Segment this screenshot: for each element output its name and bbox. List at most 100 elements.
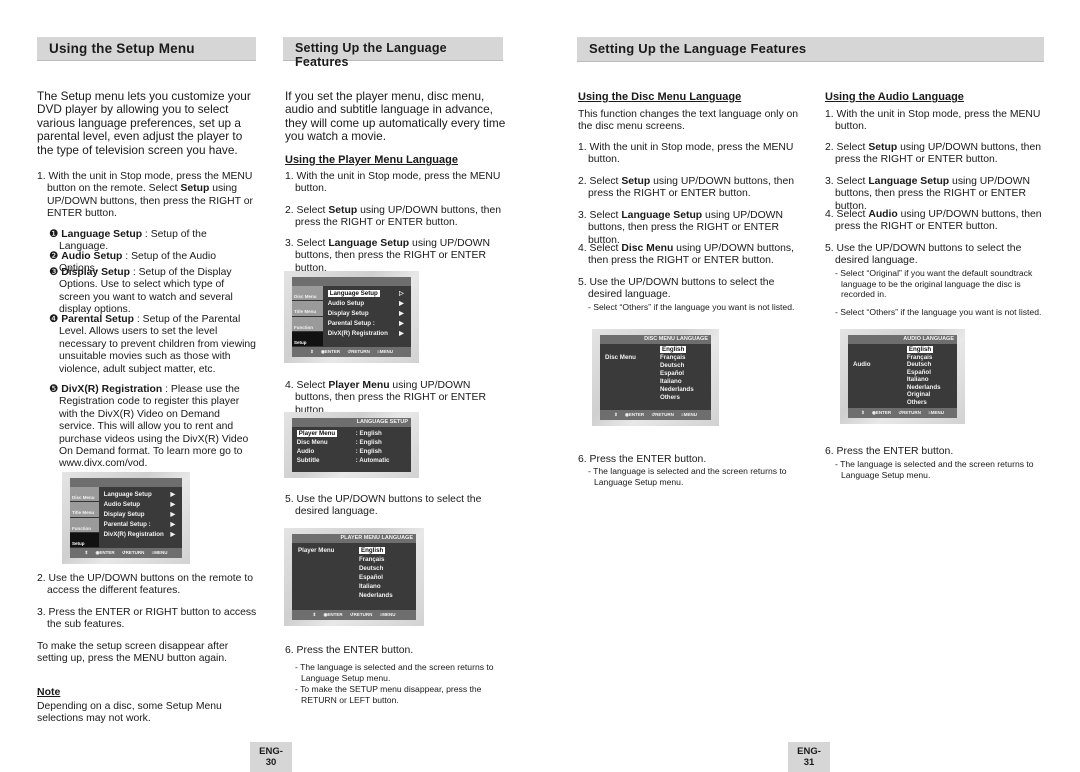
number-icon: ❹ bbox=[49, 314, 59, 325]
lang-option: Deutsch bbox=[358, 565, 384, 572]
page-number: ENG-30 bbox=[250, 742, 292, 772]
menu-item: Audio Setup ▶ bbox=[103, 501, 176, 508]
side-item: Setup bbox=[292, 331, 323, 347]
bold-text: Setup bbox=[180, 183, 210, 195]
side-item: Disc Menu bbox=[292, 286, 323, 302]
step-6: 6. Press the ENTER button. bbox=[285, 645, 414, 656]
section-header: Setting Up the Language Features bbox=[283, 37, 503, 69]
section-header: Setting Up the Language Features bbox=[577, 37, 1044, 62]
step-2: 2. Select Setup using UP/DOWN buttons, t… bbox=[578, 176, 800, 201]
screen-title: DISC MENU LANGUAGE bbox=[600, 335, 711, 344]
note: - The language is selected and the scree… bbox=[295, 662, 494, 683]
text: : Please use the Registration code to re… bbox=[59, 384, 249, 470]
bold-text: Parental Setup bbox=[61, 314, 134, 325]
subheading: Using the Player Menu Language bbox=[285, 154, 458, 166]
screen-footer: ⇕ ◉ENTER ↺RETURN ≡MENU bbox=[600, 410, 711, 420]
note: - Select “Original” if you want the defa… bbox=[835, 268, 1033, 300]
row: Subtitle: Automatic bbox=[296, 457, 390, 464]
lang-option: Italiano bbox=[906, 376, 929, 383]
number-icon: ❷ bbox=[49, 251, 59, 262]
bold-text: Audio Setup bbox=[61, 251, 123, 262]
note: - The language is selected and the scree… bbox=[588, 466, 787, 487]
step-3: 3. Press the ENTER or RIGHT button to ac… bbox=[37, 607, 257, 631]
text: 3. Select bbox=[285, 238, 329, 249]
text: 3. Select bbox=[825, 176, 869, 187]
note-title: Note bbox=[37, 686, 61, 698]
menu-item: Parental Setup : ▶ bbox=[103, 521, 176, 528]
screen-title: AUDIO LANGUAGE bbox=[848, 335, 957, 344]
step-5: 5. Use the UP/DOWN buttons to select the… bbox=[285, 494, 482, 518]
step-3: 3. Select Language Setup using UP/DOWN b… bbox=[578, 210, 800, 247]
lang-option: Italiano bbox=[358, 583, 381, 590]
text: 4. Select bbox=[578, 243, 622, 254]
bold-text: Display Setup bbox=[61, 267, 130, 278]
lang-option: Italiano bbox=[659, 378, 682, 385]
intro-text: This function changes the text language … bbox=[578, 109, 799, 133]
note: - The language is selected and the scree… bbox=[835, 459, 1034, 480]
section-header: Using the Setup Menu bbox=[37, 37, 256, 61]
side-item: Function bbox=[292, 316, 323, 332]
step-6: 6. Press the ENTER button. bbox=[825, 446, 954, 457]
page-number: ENG-31 bbox=[788, 742, 830, 772]
menu-item: Display Setup ▶ bbox=[103, 511, 176, 518]
screen-title: PLAYER MENU LANGUAGE bbox=[292, 534, 416, 543]
text: 2. Select bbox=[285, 205, 329, 216]
lang-option: Others bbox=[906, 398, 927, 406]
lang-option: Deutsch bbox=[906, 361, 932, 368]
side-item: Disc Menu bbox=[70, 487, 100, 503]
step-2: 2. Select Setup using UP/DOWN buttons, t… bbox=[285, 205, 505, 230]
note-text: Depending on a disc, some Setup Menu sel… bbox=[37, 701, 222, 725]
screen-label: Audio bbox=[853, 361, 871, 368]
step-1: 1. With the unit in Stop mode, press the… bbox=[825, 109, 1041, 133]
step-2: 2. Select Setup using UP/DOWN buttons, t… bbox=[825, 142, 1047, 167]
screen-footer: ⇕ ◉ENTER ↺RETURN ≡MENU bbox=[292, 610, 416, 620]
bold-text: Setup bbox=[868, 142, 898, 153]
bold-text: Language Setup bbox=[868, 176, 950, 187]
menu-item-selected: Language Setup ▷ bbox=[327, 290, 404, 297]
screen-sidebar: Disc Menu Title Menu Function Setup bbox=[70, 487, 100, 548]
step-5: 5. Use the UP/DOWN buttons to select the… bbox=[825, 243, 1022, 267]
side-item: Function bbox=[70, 517, 100, 533]
player-menu-language-screenshot: PLAYER MENU LANGUAGE Player Menu English… bbox=[284, 528, 424, 626]
number-icon: ❶ bbox=[49, 229, 59, 240]
menu-item: Parental Setup : ▶ bbox=[327, 320, 404, 327]
lang-option: Español bbox=[906, 368, 931, 376]
lang-option: Français bbox=[906, 353, 933, 361]
bold-text: Language Setup bbox=[61, 229, 143, 240]
lang-option: English bbox=[358, 547, 386, 554]
note: - Select “Others” if the language you wa… bbox=[588, 302, 795, 312]
lang-option: Español bbox=[659, 370, 685, 377]
lang-option: Français bbox=[659, 354, 686, 361]
menu-item: Display Setup ▶ bbox=[327, 310, 404, 317]
number-icon: ❸ bbox=[49, 267, 59, 278]
bold-text: Disc Menu bbox=[621, 243, 674, 254]
lang-option: Nederlands bbox=[659, 386, 694, 393]
screen-title-bar bbox=[70, 478, 182, 487]
note: - Select “Others” if the language you wa… bbox=[835, 307, 1042, 317]
screen-footer: ⇕ ◉ENTER ↺RETURN ≡MENU bbox=[70, 548, 182, 558]
item-divx-registration: ❺ DivX(R) Registration : Please use the … bbox=[49, 384, 257, 471]
lang-option: Others bbox=[659, 394, 680, 401]
item-display-setup: ❸ Display Setup : Setup of the Display O… bbox=[49, 267, 257, 317]
number-icon: ❺ bbox=[49, 384, 59, 395]
screen-title-bar bbox=[292, 277, 411, 286]
side-item: Title Menu bbox=[292, 301, 323, 317]
step-1: 1. With the unit in Stop mode, press the… bbox=[578, 142, 794, 166]
row: Player Menu: English bbox=[296, 430, 382, 437]
audio-language-screenshot: AUDIO LANGUAGE Audio English Français De… bbox=[840, 329, 965, 424]
step-1: 1. With the unit in Stop mode, press the… bbox=[37, 171, 257, 221]
lang-option: English bbox=[659, 346, 687, 353]
text: 3. Select bbox=[578, 210, 622, 221]
item-parental-setup: ❹ Parental Setup : Setup of the Parental… bbox=[49, 314, 257, 376]
side-item: Title Menu bbox=[70, 502, 100, 518]
note: - To make the SETUP menu disappear, pres… bbox=[295, 684, 482, 705]
step-4: 4. Select Disc Menu using UP/DOWN button… bbox=[578, 243, 800, 268]
text: 2. Select bbox=[578, 176, 622, 187]
lang-option: Nederlands bbox=[358, 592, 393, 599]
bold-text: Audio bbox=[868, 209, 898, 220]
bold-text: DivX(R) Registration bbox=[61, 384, 163, 395]
bold-text: Setup bbox=[621, 176, 651, 187]
step-1: 1. With the unit in Stop mode, press the… bbox=[285, 171, 501, 195]
bold-text: Language Setup bbox=[621, 210, 703, 221]
menu-item: DivX(R) Registration ▶ bbox=[103, 531, 176, 538]
